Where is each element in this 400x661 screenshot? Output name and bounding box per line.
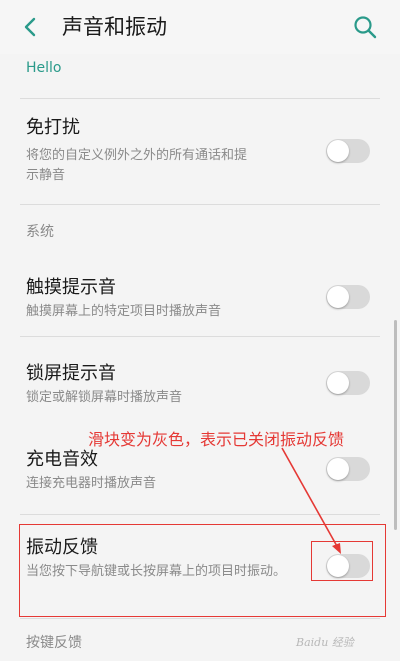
watermark: Baidu 经验 bbox=[296, 636, 354, 649]
chevron-left-icon bbox=[24, 17, 36, 37]
setting-title: 锁屏提示音 bbox=[26, 363, 116, 384]
search-icon bbox=[354, 16, 377, 39]
divider bbox=[20, 336, 380, 337]
setting-description: 锁定或解锁屏幕时播放声音 bbox=[26, 390, 183, 405]
divider bbox=[20, 204, 380, 205]
charge-sound-toggle[interactable] bbox=[326, 457, 370, 481]
back-button[interactable] bbox=[16, 12, 46, 42]
section-header-system: 系统 bbox=[26, 224, 54, 240]
toggle-knob bbox=[327, 286, 349, 308]
touch-sound-toggle[interactable] bbox=[326, 285, 370, 309]
divider bbox=[20, 514, 380, 515]
setting-description: 将您的自定义例外之外的所有通话和提示静音 bbox=[26, 148, 248, 183]
breadcrumb: Hello bbox=[26, 60, 62, 76]
toggle-knob bbox=[327, 140, 349, 162]
setting-description: 连接充电器时播放声音 bbox=[26, 476, 157, 491]
page-title: 声音和振动 bbox=[62, 15, 167, 39]
divider bbox=[20, 618, 380, 619]
setting-title: 充电音效 bbox=[26, 449, 98, 470]
setting-description: 触摸屏幕上的特定项目时播放声音 bbox=[26, 304, 222, 319]
setting-title: 触摸提示音 bbox=[26, 277, 116, 298]
annotation-highlight-toggle bbox=[311, 541, 373, 581]
scrollbar[interactable] bbox=[394, 320, 397, 530]
search-button[interactable] bbox=[350, 12, 380, 42]
toggle-knob bbox=[327, 458, 349, 480]
app-bar: 声音和振动 bbox=[0, 0, 400, 54]
section-header-key-feedback: 按键反馈 bbox=[26, 635, 82, 651]
annotation-label: 滑块变为灰色，表示已关闭振动反馈 bbox=[88, 430, 345, 449]
dnd-toggle[interactable] bbox=[326, 139, 370, 163]
lock-sound-toggle[interactable] bbox=[326, 371, 370, 395]
divider bbox=[20, 98, 380, 99]
toggle-knob bbox=[327, 372, 349, 394]
setting-title: 免打扰 bbox=[26, 117, 80, 138]
